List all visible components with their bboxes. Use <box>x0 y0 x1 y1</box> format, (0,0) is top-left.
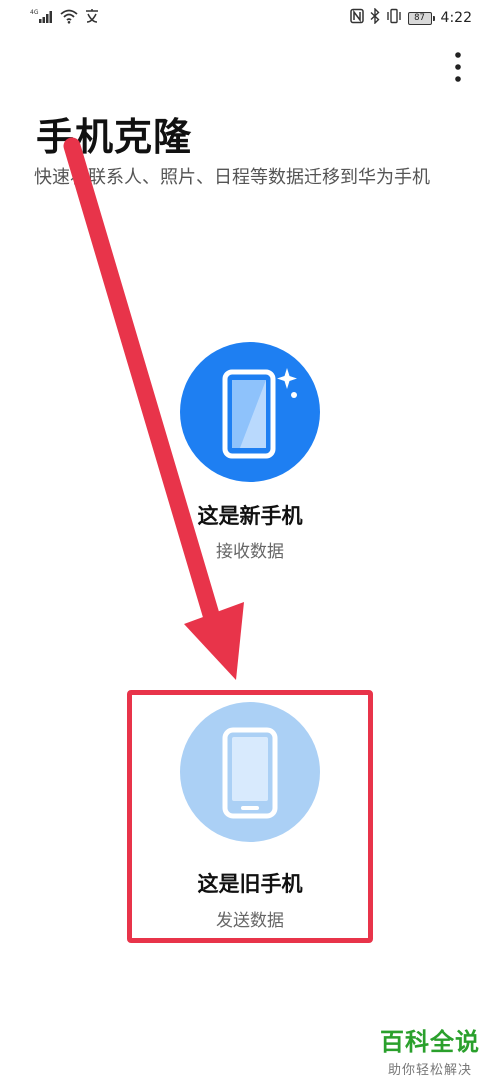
more-options-button[interactable] <box>440 46 476 88</box>
new-phone-option[interactable]: 这是新手机 接收数据 <box>140 330 360 570</box>
watermark-logo: 百科全说 助你轻松解决 <box>372 1022 488 1078</box>
battery-icon: 87 <box>407 11 435 25</box>
signal-icon: 4G <box>30 8 54 28</box>
status-left: 4G <box>30 8 100 28</box>
old-phone-label: 这是旧手机 <box>197 872 303 896</box>
old-phone-sublabel: 发送数据 <box>216 911 284 931</box>
phone-sparkle-icon <box>222 368 297 459</box>
watermark-subtitle: 助你轻松解决 <box>387 1063 472 1078</box>
old-phone-option[interactable]: 这是旧手机 发送数据 <box>130 692 370 940</box>
old-phone-icon-circle <box>180 702 320 842</box>
status-bar: 4G 87 4:22 <box>0 0 500 36</box>
notification-app-icon <box>84 8 100 28</box>
page-subtitle: 快速将联系人、照片、日程等数据迁移到华为手机 <box>34 167 430 188</box>
new-phone-sublabel: 接收数据 <box>216 542 284 562</box>
bluetooth-icon <box>370 7 380 28</box>
nfc-icon <box>349 8 364 28</box>
more-vertical-icon <box>455 52 461 82</box>
watermark-title: 百科全说 <box>380 1028 480 1056</box>
phone-icon <box>222 727 278 819</box>
new-phone-label: 这是新手机 <box>197 504 303 528</box>
battery-level: 87 <box>407 11 432 25</box>
clock: 4:22 <box>440 10 472 26</box>
status-right: 87 4:22 <box>349 7 472 28</box>
new-phone-icon-circle <box>180 342 320 482</box>
network-type: 4G <box>30 9 39 16</box>
vibrate-icon <box>386 8 402 28</box>
page-title: 手机克隆 <box>36 115 193 159</box>
wifi-icon <box>60 8 78 28</box>
